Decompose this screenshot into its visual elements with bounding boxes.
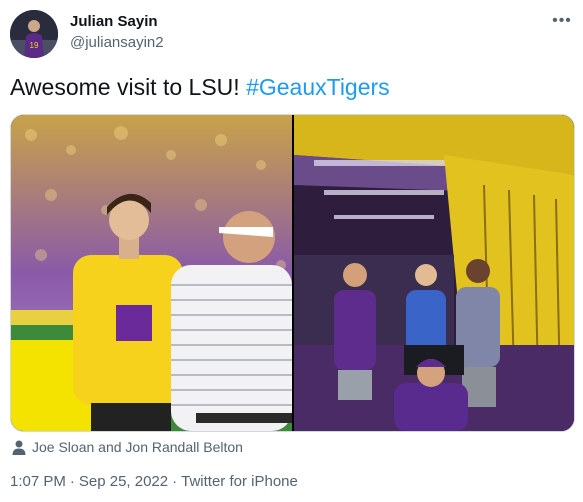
meta-separator: · — [172, 473, 178, 490]
tagged-people-link[interactable]: Joe Sloan and Jon Randall Belton — [32, 439, 243, 455]
tagged-people-row: Joe Sloan and Jon Randall Belton — [12, 438, 243, 456]
author-handle[interactable]: @juliansayin2 — [70, 34, 164, 51]
tweet-date[interactable]: Sep 25, 2022 — [79, 473, 168, 490]
tweet-text: Awesome visit to LSU! #GeauxTigers — [10, 74, 390, 101]
hashtag-link[interactable]: #GeauxTigers — [246, 74, 390, 100]
author-display-name[interactable]: Julian Sayin — [70, 13, 158, 30]
tweet-meta: 1:07 PM · Sep 25, 2022 · Twitter for iPhone — [10, 473, 302, 490]
tweet-source[interactable]: Twitter for iPhone — [181, 473, 298, 490]
photo-stadium[interactable] — [11, 115, 292, 431]
media-grid — [10, 114, 575, 432]
svg-text:19: 19 — [30, 41, 39, 50]
tweet-time[interactable]: 1:07 PM — [10, 473, 66, 490]
tweet-card: 19 Julian Sayin @juliansayin2 ••• Awesom… — [0, 0, 583, 502]
meta-separator: · — [69, 473, 75, 490]
avatar[interactable]: 19 — [10, 10, 58, 58]
photo-locker-room[interactable] — [294, 115, 574, 431]
more-dots-icon: ••• — [552, 12, 572, 29]
tweet-body: Awesome visit to LSU! — [10, 74, 240, 100]
person-icon — [12, 440, 26, 455]
more-options-button[interactable]: ••• — [548, 10, 576, 32]
